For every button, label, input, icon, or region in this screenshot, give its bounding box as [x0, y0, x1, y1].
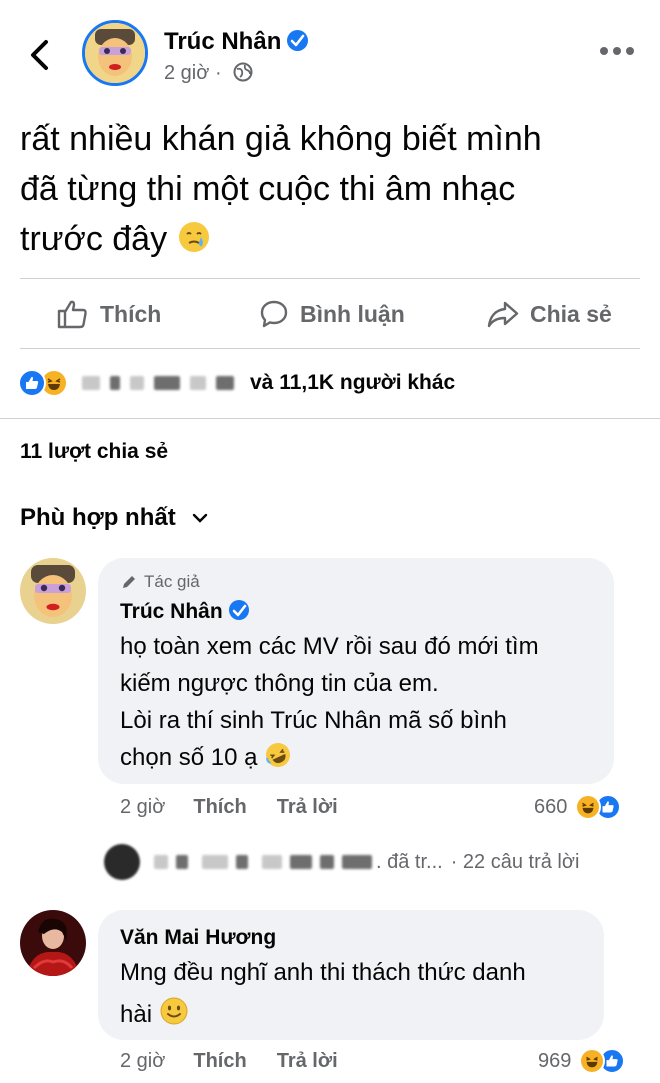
comment-reactions[interactable]: 660 [534, 794, 622, 820]
globe-icon [233, 62, 253, 82]
reaction-count[interactable]: 660 [534, 796, 567, 819]
reactions-summary[interactable]: và 11,1K người khác [18, 368, 455, 398]
verified-icon [228, 600, 249, 620]
hidden-name [190, 376, 206, 390]
commenter-name-text[interactable]: Trúc Nhân [120, 600, 223, 623]
hidden-name [154, 855, 168, 869]
author-name[interactable]: Trúc Nhân [164, 28, 309, 56]
comment-line: chọn số 10 ạ [120, 739, 539, 780]
divider [20, 278, 640, 279]
hidden-name [154, 376, 180, 390]
hidden-name [82, 376, 100, 390]
post-text-line: rất nhiều khán giả không biết mình [20, 120, 542, 158]
comment-time[interactable]: 2 giờ [120, 796, 165, 819]
share-icon [487, 301, 519, 328]
back-icon[interactable] [26, 38, 56, 72]
haha-reaction-icon [575, 794, 602, 820]
comment-reply-button[interactable]: Trả lời [277, 1050, 338, 1073]
post-text-line: trước đây [20, 214, 640, 268]
hidden-name [320, 855, 334, 869]
author-avatar[interactable] [82, 20, 148, 86]
comment-icon [260, 300, 288, 328]
comment-button[interactable]: Bình luận [258, 280, 405, 348]
comment-line: Mng đều nghĩ anh thi thách thức danh [120, 959, 526, 986]
pen-icon [123, 576, 135, 588]
hidden-name [262, 855, 282, 869]
haha-reaction-icon [579, 1048, 606, 1074]
commenter-name[interactable]: Văn Mai Hương [120, 926, 276, 950]
sort-label[interactable]: Phù hợp nhất [20, 504, 176, 532]
post-time[interactable]: 2 giờ · [164, 62, 253, 85]
hidden-name [216, 376, 234, 390]
post-text-line-3: trước đây [20, 220, 168, 258]
comment-text: họ toàn xem các MV rồi sau đó mới tìm ki… [120, 628, 539, 780]
comment-avatar[interactable] [20, 558, 86, 624]
like-reaction-icon [18, 369, 46, 397]
share-label[interactable]: Chia sẻ [530, 301, 612, 328]
comment-meta: 2 giờ Thích Trả lời [120, 796, 338, 819]
comment-line: kiếm ngược thông tin của em. [120, 670, 439, 697]
comment-avatar[interactable] [20, 910, 86, 976]
reply-avatar [104, 844, 140, 880]
comment-label[interactable]: Bình luận [300, 301, 405, 328]
like-icon [57, 300, 87, 329]
author-name-text[interactable]: Trúc Nhân [164, 28, 281, 55]
dot-separator: · [214, 62, 228, 84]
crying-smile-emoji-icon [177, 218, 211, 268]
comment-reactions[interactable]: 969 [538, 1048, 626, 1074]
slight-smile-emoji-icon [159, 996, 189, 1040]
hidden-name [342, 855, 372, 869]
comment-reply-button[interactable]: Trả lời [277, 796, 338, 819]
comment-like-button[interactable]: Thích [193, 796, 246, 819]
like-label[interactable]: Thích [100, 301, 161, 328]
hidden-name [202, 855, 228, 869]
post-body: rất nhiều khán giả không biết mình đã từ… [20, 114, 640, 268]
verified-icon [287, 30, 309, 51]
more-icon[interactable] [600, 46, 636, 58]
author-tag: Tác giả [120, 572, 200, 592]
comment-sort-dropdown[interactable]: Phù hợp nhất [20, 504, 208, 532]
reply-count[interactable]: · 22 câu trả lời [451, 851, 580, 874]
hidden-name [290, 855, 312, 869]
post-header: Trúc Nhân 2 giờ · [0, 0, 660, 108]
shares-count[interactable]: 11 lượt chia sẻ [20, 440, 168, 464]
comment-line-4: chọn số 10 ạ [120, 744, 258, 771]
comment-time[interactable]: 2 giờ [120, 1050, 165, 1073]
comment-line: Lòi ra thí sinh Trúc Nhân mã số bình [120, 707, 507, 734]
comment-line-2: hài [120, 1001, 153, 1028]
hidden-name [130, 376, 144, 390]
reactions-count-text[interactable]: và 11,1K người khác [250, 371, 455, 395]
section-divider [0, 418, 660, 419]
author-tag-label: Tác giả [144, 572, 200, 591]
comment-like-button[interactable]: Thích [193, 1050, 246, 1073]
comment-text: Mng đều nghĩ anh thi thách thức danh hài [120, 952, 526, 1040]
post-actions: Thích Bình luận Chia sẻ [20, 280, 640, 348]
hidden-name [176, 855, 188, 869]
comment-bubble[interactable]: Tác giả Trúc Nhân họ toàn xem các MV rồi… [98, 558, 614, 784]
reply-author-text[interactable]: . đã tr... [376, 851, 443, 874]
comment-line: họ toàn xem các MV rồi sau đó mới tìm [120, 633, 539, 660]
chevron-down-icon [192, 513, 207, 523]
comment-line: hài [120, 994, 526, 1040]
view-replies[interactable]: . đã tr... · 22 câu trả lời [104, 842, 579, 882]
post-time-text[interactable]: 2 giờ [164, 62, 209, 84]
reaction-count[interactable]: 969 [538, 1050, 571, 1073]
comment-bubble[interactable]: Văn Mai Hương Mng đều nghĩ anh thi thách… [98, 910, 604, 1040]
comment-meta: 2 giờ Thích Trả lời [120, 1050, 338, 1073]
rofl-emoji-icon [264, 741, 292, 780]
hidden-name [110, 376, 120, 390]
post-text-line: đã từng thi một cuộc thi âm nhạc [20, 170, 516, 208]
share-button[interactable]: Chia sẻ [486, 280, 612, 348]
like-button[interactable]: Thích [56, 280, 161, 348]
hidden-name [236, 855, 248, 869]
divider [20, 348, 640, 349]
commenter-name[interactable]: Trúc Nhân [120, 600, 249, 624]
